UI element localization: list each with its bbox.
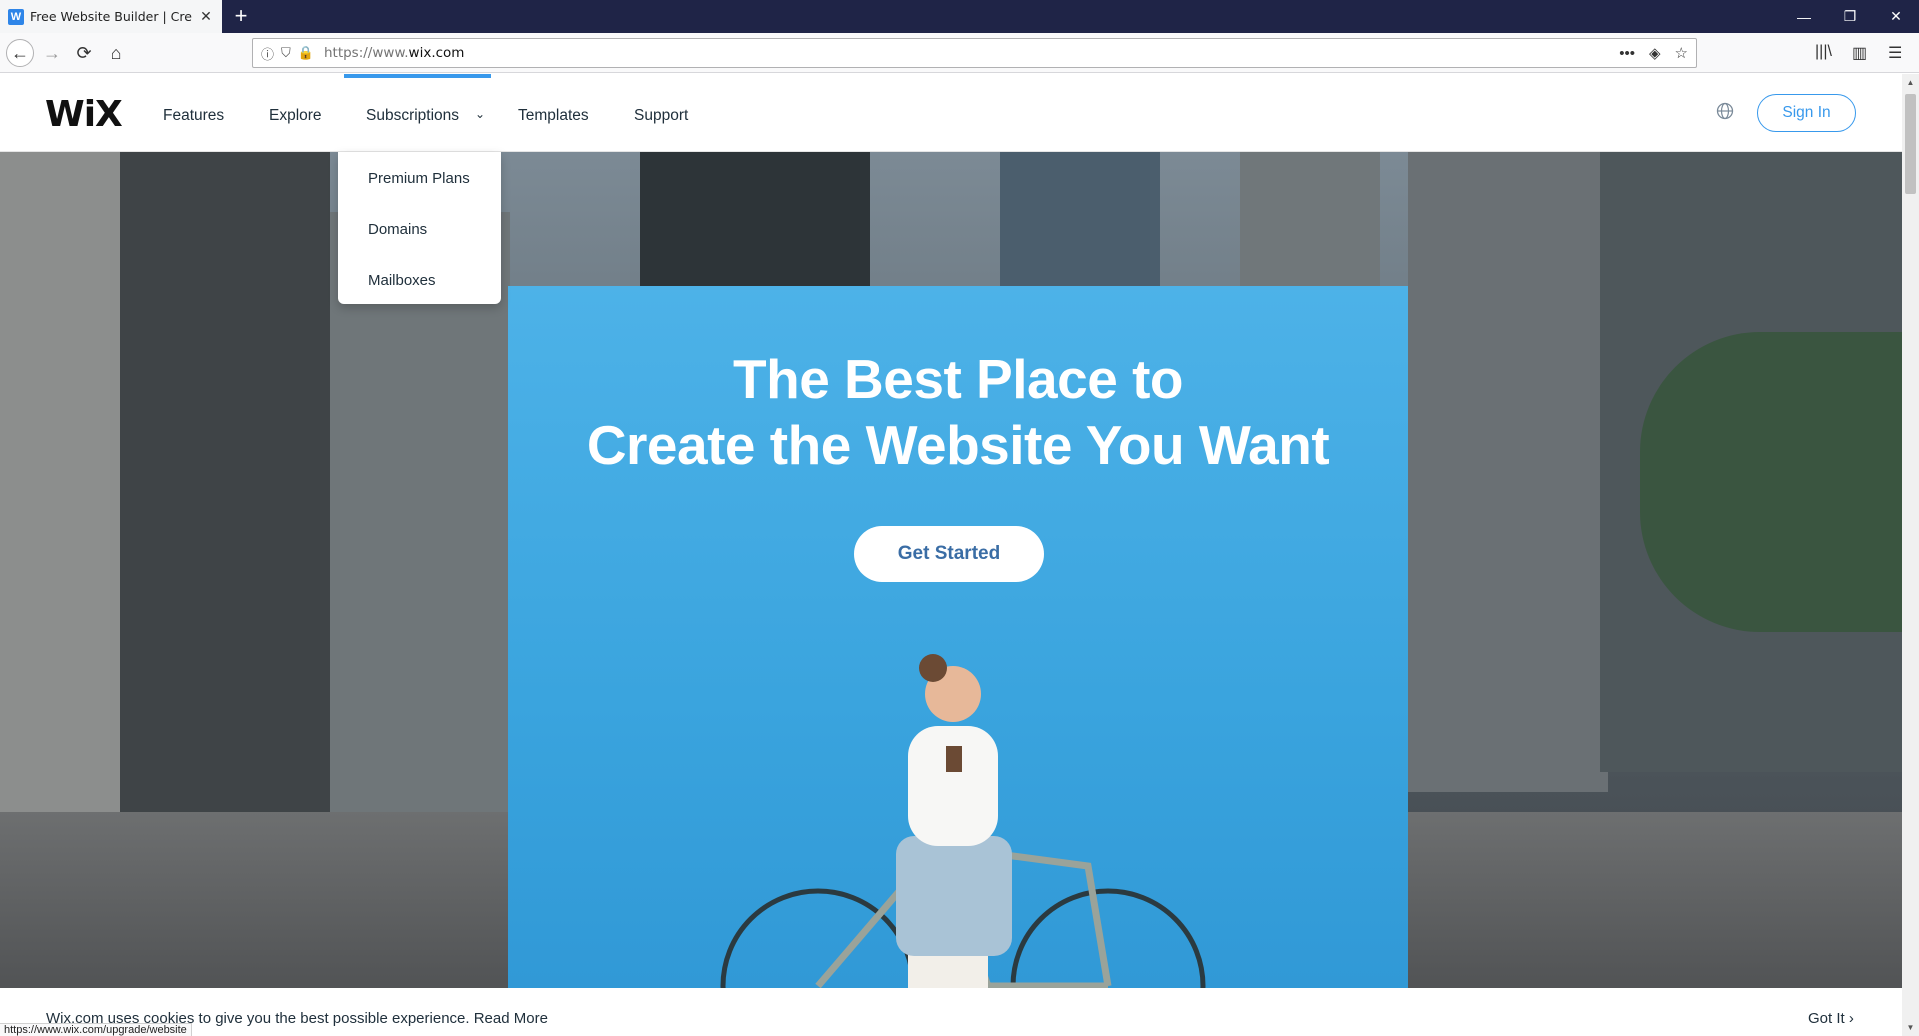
- web-page: The Best Place to Create the Website You…: [0, 74, 1902, 1036]
- building-center-1: [640, 152, 870, 292]
- cookie-banner: Wix.com uses cookies to give you the bes…: [0, 988, 1902, 1036]
- window-close-icon[interactable]: ✕: [1873, 0, 1919, 33]
- get-started-button[interactable]: Get Started: [854, 526, 1044, 582]
- building-left-2: [120, 152, 330, 832]
- dropdown-item-premium-plans[interactable]: Premium Plans: [368, 170, 470, 187]
- reload-icon[interactable]: ⟳: [70, 39, 98, 67]
- nav-support[interactable]: Support: [634, 107, 688, 125]
- nav-templates[interactable]: Templates: [518, 107, 589, 125]
- nav-features[interactable]: Features: [163, 107, 224, 125]
- url-text[interactable]: https://www.wix.com: [324, 45, 1605, 61]
- minimize-icon[interactable]: —: [1781, 0, 1827, 33]
- tab-close-icon[interactable]: ✕: [198, 8, 214, 25]
- page-actions-icon[interactable]: •••: [1619, 45, 1635, 62]
- dropdown-item-domains[interactable]: Domains: [368, 221, 427, 238]
- bookmark-star-icon[interactable]: ☆: [1675, 44, 1688, 62]
- got-it-button[interactable]: Got It ›: [1808, 1010, 1854, 1027]
- wix-favicon-icon: W: [8, 8, 24, 25]
- wix-logo[interactable]: WiX: [45, 94, 123, 135]
- forward-icon[interactable]: →: [38, 39, 66, 67]
- info-icon[interactable]: ⓘ: [261, 44, 274, 63]
- hero-headline-line1: The Best Place to: [733, 348, 1183, 410]
- sidebar-icon[interactable]: ▥: [1852, 43, 1867, 63]
- shield-icon[interactable]: ⛉: [281, 45, 291, 61]
- building-center-3: [1240, 152, 1380, 292]
- scrollbar-thumb[interactable]: [1905, 94, 1916, 194]
- address-bar[interactable]: ⓘ ⛉ 🔒 https://www.wix.com ••• ◈ ☆: [252, 38, 1697, 68]
- scroll-down-icon[interactable]: ▼: [1902, 1019, 1919, 1036]
- site-header: WiX Features Explore Subscriptions ⌄ Tem…: [0, 74, 1902, 152]
- browser-tab[interactable]: W Free Website Builder | Create a Free W…: [0, 0, 222, 33]
- tree-right: [1640, 332, 1902, 632]
- nav-subscriptions[interactable]: Subscriptions: [366, 107, 459, 125]
- page-scrollbar[interactable]: ▲ ▼: [1902, 74, 1919, 1036]
- hero-section: The Best Place to Create the Website You…: [0, 152, 1902, 1036]
- tab-title: Free Website Builder | Create a Free Web…: [30, 9, 192, 24]
- browser-navbar: ← → ⟳ ⌂ ⓘ ⛉ 🔒 https://www.wix.com ••• ◈ …: [0, 33, 1919, 73]
- hero-headline: The Best Place to Create the Website You…: [508, 346, 1408, 478]
- building-left-1: [0, 152, 130, 852]
- status-url: https://www.wix.com/upgrade/website: [0, 1023, 192, 1036]
- chevron-down-icon[interactable]: ⌄: [475, 107, 485, 121]
- back-icon[interactable]: ←: [6, 39, 34, 67]
- sign-in-button[interactable]: Sign In: [1757, 94, 1856, 132]
- hamburger-menu-icon[interactable]: ☰: [1888, 43, 1902, 63]
- pocket-icon[interactable]: ◈: [1649, 44, 1661, 62]
- subscriptions-dropdown: Premium Plans Domains Mailboxes: [338, 152, 501, 304]
- building-center-2: [1000, 152, 1160, 292]
- active-nav-indicator: [344, 74, 491, 78]
- restore-icon[interactable]: ❐: [1827, 0, 1873, 33]
- hero-blue-panel: The Best Place to Create the Website You…: [508, 286, 1408, 1036]
- woman-with-bicycle-image: [720, 654, 1206, 1036]
- scroll-up-icon[interactable]: ▲: [1902, 74, 1919, 91]
- hero-headline-line2: Create the Website You Want: [586, 414, 1330, 476]
- library-icon[interactable]: |||\: [1815, 43, 1832, 61]
- home-icon[interactable]: ⌂: [102, 39, 130, 67]
- new-tab-button[interactable]: +: [228, 3, 254, 29]
- lock-icon: 🔒: [297, 45, 314, 60]
- nav-explore[interactable]: Explore: [269, 107, 322, 125]
- dropdown-item-mailboxes[interactable]: Mailboxes: [368, 272, 436, 289]
- browser-titlebar: W Free Website Builder | Create a Free W…: [0, 0, 1919, 33]
- globe-icon[interactable]: [1716, 102, 1734, 120]
- building-right-1: [1408, 152, 1608, 792]
